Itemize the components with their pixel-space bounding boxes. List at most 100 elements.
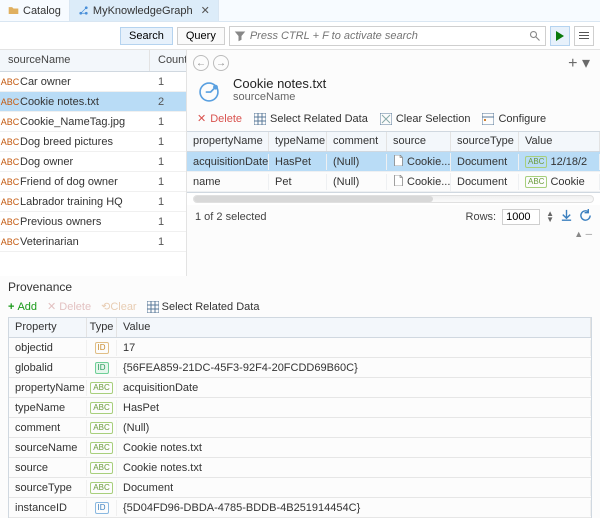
search-field[interactable] bbox=[229, 26, 546, 46]
refresh-button[interactable] bbox=[579, 209, 592, 225]
list-item[interactable]: ABCFriend of dog owner1 bbox=[0, 172, 186, 192]
filter-icon bbox=[234, 30, 246, 42]
query-button[interactable]: Query bbox=[177, 27, 225, 45]
graph-icon bbox=[78, 5, 89, 16]
select-related-button[interactable]: Select Related Data bbox=[254, 113, 368, 125]
clear-selection-button[interactable]: Clear Selection bbox=[380, 113, 471, 125]
prop-name: source bbox=[9, 460, 87, 476]
col-count[interactable]: Count bbox=[150, 50, 186, 71]
text-type-icon: ABC bbox=[0, 77, 20, 87]
source-name: Cookie_NameTag.jpg bbox=[20, 116, 158, 128]
count: 1 bbox=[158, 116, 186, 128]
col-type[interactable]: typeName bbox=[269, 132, 327, 151]
text-type-icon: ABC bbox=[0, 197, 20, 207]
tab-knowledge-graph[interactable]: MyKnowledgeGraph ✕ bbox=[70, 0, 219, 21]
col-value[interactable]: Value bbox=[519, 132, 600, 151]
table-row[interactable]: sourceTypeABCDocument bbox=[9, 478, 591, 498]
prop-value: (Null) bbox=[117, 420, 591, 436]
col-property[interactable]: propertyName bbox=[187, 132, 269, 151]
col-type[interactable]: Type bbox=[87, 318, 117, 337]
type-badge: ID bbox=[87, 500, 117, 516]
text-type-icon: ABC bbox=[0, 237, 20, 247]
count: 1 bbox=[158, 136, 186, 148]
col-sourcetype[interactable]: sourceType bbox=[451, 132, 519, 151]
source-name: Veterinarian bbox=[20, 236, 158, 248]
table-row[interactable]: globalidID{56FEA859-21DC-45F3-92F4-20FCD… bbox=[9, 358, 591, 378]
rows-spinner[interactable]: ▲▼ bbox=[546, 211, 554, 223]
provenance-title: Provenance bbox=[8, 280, 592, 294]
list-item[interactable]: ABCCookie_NameTag.jpg1 bbox=[0, 112, 186, 132]
table-row[interactable]: sourceABCCookie notes.txt bbox=[9, 458, 591, 478]
tab-catalog[interactable]: Catalog bbox=[0, 0, 70, 21]
h-scrollbar[interactable] bbox=[187, 193, 600, 205]
add-button[interactable]: +Add bbox=[8, 301, 37, 313]
col-value[interactable]: Value bbox=[117, 318, 591, 337]
count: 1 bbox=[158, 156, 186, 168]
configure-button[interactable]: Configure bbox=[482, 113, 546, 125]
search-button[interactable]: Search bbox=[120, 27, 173, 45]
toolbar: Search Query bbox=[0, 22, 600, 50]
delete-icon: ✕ bbox=[197, 112, 206, 125]
text-type-icon: ABC bbox=[0, 97, 20, 107]
text-type-icon: ABC bbox=[0, 177, 20, 187]
add-button[interactable]: + ▾ bbox=[568, 53, 594, 73]
back-button[interactable]: ← bbox=[193, 55, 209, 71]
configure-icon bbox=[482, 113, 494, 125]
col-source[interactable]: sourceName bbox=[0, 50, 150, 71]
list-item[interactable]: ABCCookie notes.txt2 bbox=[0, 92, 186, 112]
selection-status: 1 of 2 selected bbox=[195, 211, 267, 223]
table-row[interactable]: namePet(Null)Cookie...DocumentABC Cookie bbox=[187, 172, 600, 192]
count: 1 bbox=[158, 176, 186, 188]
main-pane: sourceName Count ABCCar owner1ABCCookie … bbox=[0, 50, 600, 276]
close-icon[interactable]: ✕ bbox=[201, 4, 210, 17]
menu-button[interactable] bbox=[574, 26, 594, 46]
prop-name: sourceName bbox=[9, 440, 87, 456]
table-row[interactable]: propertyNameABCacquisitionDate bbox=[9, 378, 591, 398]
list-item[interactable]: ABCLabrador training HQ1 bbox=[0, 192, 186, 212]
count: 1 bbox=[158, 196, 186, 208]
col-source[interactable]: source bbox=[387, 132, 451, 151]
text-type-icon: ABC bbox=[0, 117, 20, 127]
col-comment[interactable]: comment bbox=[327, 132, 387, 151]
delete-button[interactable]: ✕Delete bbox=[197, 112, 242, 125]
list-item[interactable]: ABCPrevious owners1 bbox=[0, 212, 186, 232]
entity-subtype: sourceName bbox=[233, 91, 326, 103]
table-row[interactable]: sourceNameABCCookie notes.txt bbox=[9, 438, 591, 458]
date-badge-icon: ABC bbox=[525, 156, 547, 168]
source-name: Cookie notes.txt bbox=[20, 96, 158, 108]
prop-name: propertyName bbox=[9, 380, 87, 396]
table-row[interactable]: acquisitionDateHasPet(Null)Cookie...Docu… bbox=[187, 152, 600, 172]
forward-button[interactable]: → bbox=[213, 55, 229, 71]
col-property[interactable]: Property bbox=[9, 318, 87, 337]
table-row[interactable]: instanceIDID{5D04FD96-DBDA-4785-BDDB-4B2… bbox=[9, 498, 591, 518]
rows-input[interactable] bbox=[502, 209, 540, 225]
table-row[interactable]: typeNameABCHasPet bbox=[9, 398, 591, 418]
prop-value: {56FEA859-21DC-45F3-92F4-20FCDD69B60C} bbox=[117, 360, 591, 376]
download-button[interactable] bbox=[560, 209, 573, 225]
clear-icon bbox=[380, 113, 392, 125]
list-item[interactable]: ABCDog owner1 bbox=[0, 152, 186, 172]
collapse-icon[interactable]: ▲ ─ bbox=[574, 229, 592, 239]
type-badge: ABC bbox=[87, 420, 117, 436]
type-badge: ABC bbox=[87, 440, 117, 456]
search-icon[interactable] bbox=[529, 30, 541, 42]
text-type-icon: ABC bbox=[0, 217, 20, 227]
table-row[interactable]: objectidID17 bbox=[9, 338, 591, 358]
list-item[interactable]: ABCDog breed pictures1 bbox=[0, 132, 186, 152]
count: 2 bbox=[158, 96, 186, 108]
table-row[interactable]: commentABC(Null) bbox=[9, 418, 591, 438]
list-item[interactable]: ABCVeterinarian1 bbox=[0, 232, 186, 252]
prop-value: Cookie notes.txt bbox=[117, 460, 591, 476]
document-icon bbox=[393, 155, 404, 169]
list-item[interactable]: ABCCar owner1 bbox=[0, 72, 186, 92]
source-name: Labrador training HQ bbox=[20, 196, 158, 208]
select-related-button[interactable]: Select Related Data bbox=[147, 301, 260, 313]
count: 1 bbox=[158, 76, 186, 88]
search-input[interactable] bbox=[246, 30, 529, 42]
table-icon bbox=[147, 301, 159, 313]
run-button[interactable] bbox=[550, 26, 570, 46]
source-name: Previous owners bbox=[20, 216, 158, 228]
document-tabs: Catalog MyKnowledgeGraph ✕ bbox=[0, 0, 600, 22]
prop-name: instanceID bbox=[9, 500, 87, 516]
tab-label: MyKnowledgeGraph bbox=[93, 5, 193, 17]
